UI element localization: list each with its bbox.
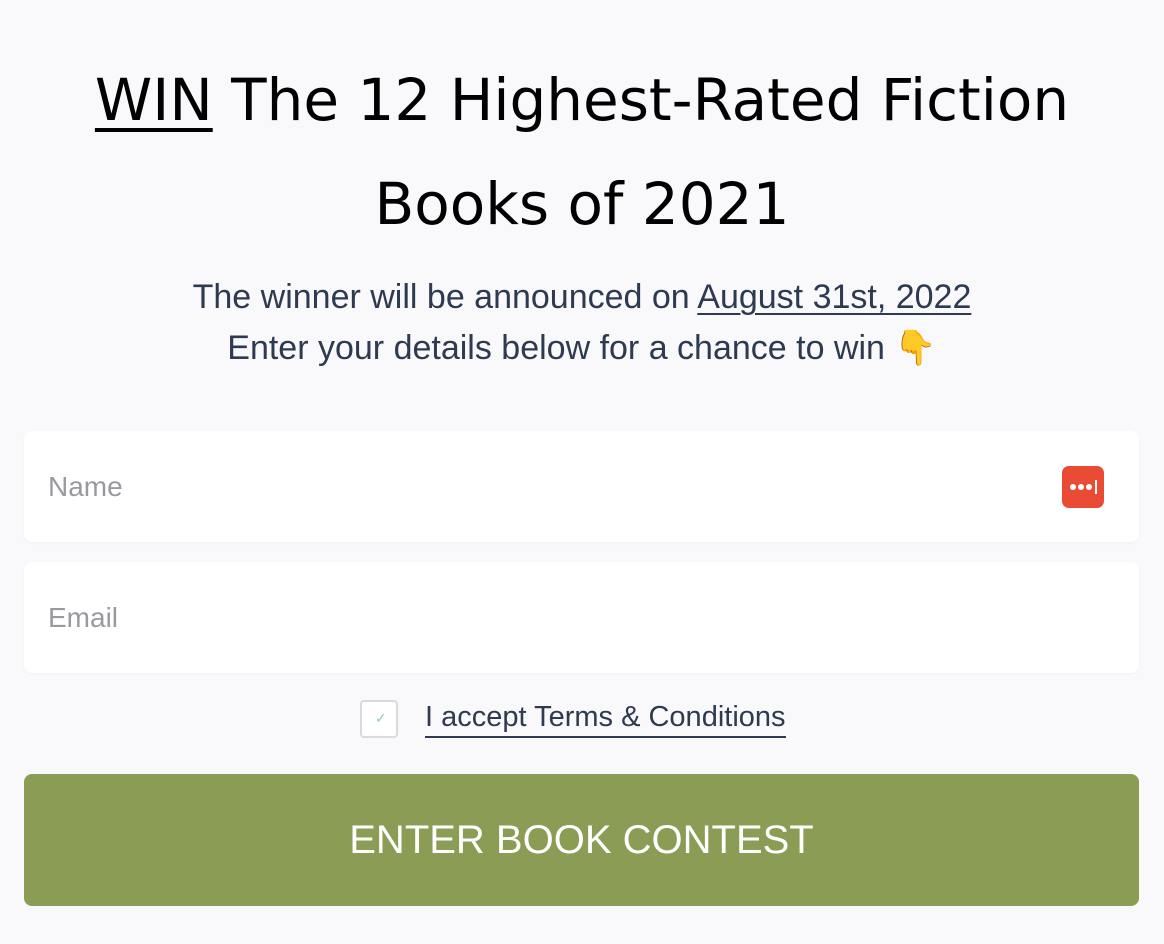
title-line-1: The 12 Highest-Rated Fiction — [212, 66, 1070, 134]
terms-checkbox[interactable]: ✓ — [360, 700, 398, 738]
contest-page: WIN The 12 Highest-Rated Fiction Books of… — [0, 0, 1164, 944]
enter-contest-button[interactable]: ENTER BOOK CONTEST — [24, 774, 1139, 906]
announcement-date-link[interactable]: August 31st, 2022 — [697, 278, 971, 316]
email-input[interactable] — [24, 562, 1139, 673]
announcement-prefix: The winner will be announced on — [192, 278, 698, 316]
name-field-container — [24, 431, 1139, 542]
check-icon: ✓ — [375, 711, 387, 727]
title-line-2: Books of 2021 — [374, 170, 790, 238]
name-input[interactable] — [24, 431, 1139, 542]
password-manager-icon[interactable] — [1062, 466, 1104, 508]
announcement-text: The winner will be announced on August 3… — [30, 272, 1134, 374]
page-title: WIN The 12 Highest-Rated Fiction Books of… — [30, 48, 1134, 256]
password-dots-icon — [1070, 484, 1096, 490]
cursor-bar-icon — [1095, 480, 1097, 494]
terms-label-link[interactable]: I accept Terms & Conditions — [425, 698, 786, 738]
email-field-container — [24, 562, 1139, 673]
win-word: WIN — [94, 66, 213, 134]
instruction-text: Enter your details below for a chance to… — [227, 329, 937, 367]
